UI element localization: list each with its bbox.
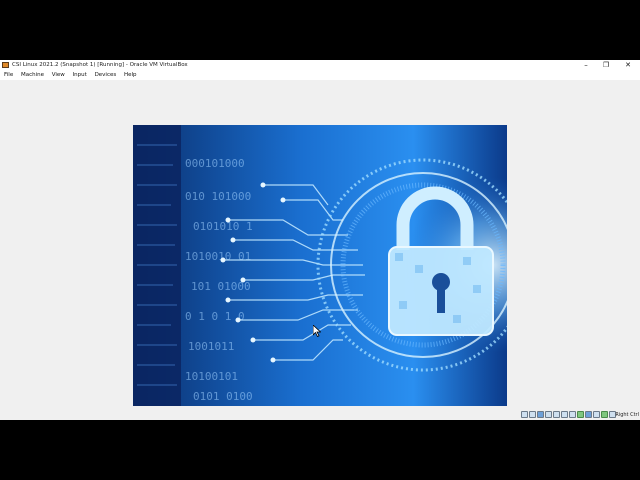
menu-file[interactable]: File: [0, 70, 16, 80]
guest-additions-icon[interactable]: [601, 411, 608, 418]
close-button[interactable]: ✕: [618, 60, 638, 70]
binary-row-7: 1001011: [188, 340, 234, 353]
binary-row-9: 0101 0100: [193, 390, 253, 403]
virtualbox-app-icon: [2, 62, 9, 68]
usb-icon[interactable]: [553, 411, 560, 418]
menu-view[interactable]: View: [49, 70, 68, 80]
binary-row-4: 1010010 01: [185, 250, 251, 263]
menu-bar: File Machine View Input Devices Help: [0, 70, 640, 80]
status-bar: Right Ctrl: [0, 410, 640, 420]
shared-folders-icon[interactable]: [561, 411, 568, 418]
binary-row-8: 10100101: [185, 370, 238, 383]
network-icon[interactable]: [545, 411, 552, 418]
binary-row-1: 000101000: [185, 157, 245, 170]
window-title: CSI Linux 2021.2 (Snapshot 1) [Running] …: [12, 62, 188, 68]
menu-devices[interactable]: Devices: [92, 70, 120, 80]
maximize-button[interactable]: ❐: [596, 60, 616, 70]
hard-disk-icon[interactable]: [521, 411, 528, 418]
mouse-cursor-icon: [313, 325, 321, 337]
vm-display[interactable]: 000101000 010 101000 0101010 1 1010010 0…: [0, 80, 640, 410]
minimize-button[interactable]: –: [576, 60, 596, 70]
title-bar: CSI Linux 2021.2 (Snapshot 1) [Running] …: [0, 60, 640, 70]
binary-row-2: 010 101000: [185, 190, 251, 203]
virtualbox-window: CSI Linux 2021.2 (Snapshot 1) [Running] …: [0, 60, 640, 420]
video-capture-icon[interactable]: [577, 411, 584, 418]
optical-drive-icon[interactable]: [529, 411, 536, 418]
menu-help[interactable]: Help: [121, 70, 140, 80]
cybersecurity-padlock-image: 000101000 010 101000 0101010 1 1010010 0…: [133, 125, 507, 406]
audio-icon[interactable]: [537, 411, 544, 418]
menu-machine[interactable]: Machine: [18, 70, 47, 80]
binary-row-6: 0 1 0 1 0: [185, 310, 245, 323]
menu-input[interactable]: Input: [70, 70, 90, 80]
host-key-label: Right Ctrl: [615, 412, 639, 418]
binary-row-3: 0101010 1: [193, 220, 253, 233]
cpu-icon[interactable]: [593, 411, 600, 418]
display-icon[interactable]: [569, 411, 576, 418]
mouse-integration-icon[interactable]: [585, 411, 592, 418]
